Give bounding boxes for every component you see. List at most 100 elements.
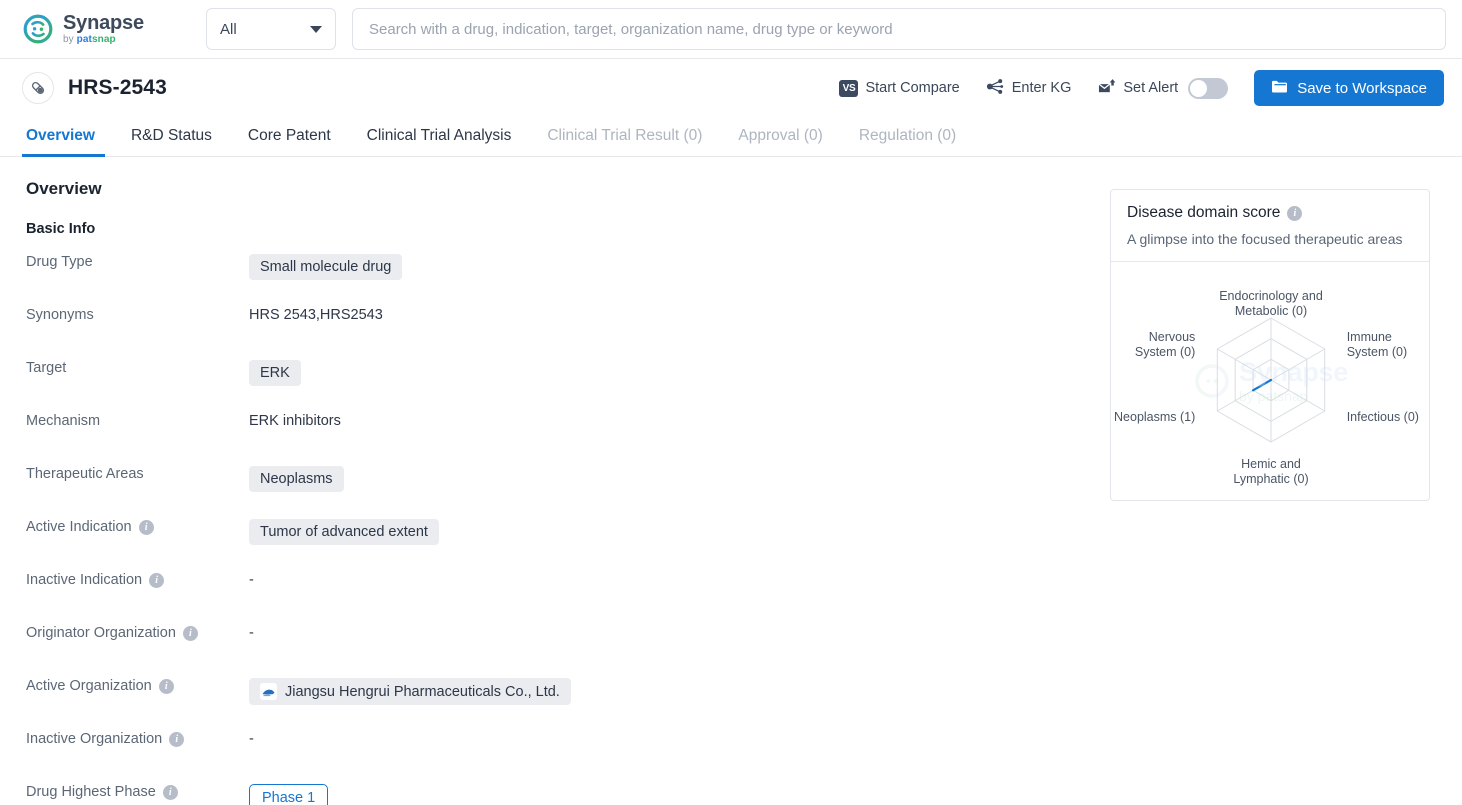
info-icon[interactable]: i <box>169 731 185 747</box>
info-row: Inactive Indication i - <box>26 569 1110 622</box>
start-compare-button[interactable]: VS Start Compare <box>839 79 960 97</box>
tab-regulation-0[interactable]: Regulation (0) <box>841 127 974 156</box>
info-icon[interactable]: i <box>162 784 178 800</box>
set-alert-button[interactable]: Set Alert <box>1097 78 1178 99</box>
drug-phase-badge[interactable]: Phase 1 <box>249 784 329 805</box>
tab-approval-0[interactable]: Approval (0) <box>720 127 840 156</box>
search-scope-value: All <box>220 20 237 38</box>
info-row-label: Therapeutic Areas <box>26 463 249 482</box>
overview-heading: Overview <box>26 179 102 198</box>
info-row: Active Indication i Tumor of advanced exte… <box>26 516 1110 569</box>
score-card-title-row: Disease domain score i <box>1127 204 1413 222</box>
info-row: Target ERK <box>26 357 1110 410</box>
search-input-wrapper[interactable] <box>352 8 1446 50</box>
info-row: Synonyms HRS 2543,HRS2543 <box>26 304 1110 357</box>
info-icon[interactable]: i <box>138 519 154 535</box>
disease-domain-score-card: Disease domain score i A glimpse into th… <box>1110 189 1430 501</box>
drug-identity: HRS-2543 <box>22 72 167 104</box>
info-row-label: Inactive Indication i <box>26 569 249 588</box>
basic-info-heading: Basic Info <box>26 221 96 237</box>
info-row: Drug Type Small molecule drug <box>26 251 1110 304</box>
value-chip[interactable]: Neoplasms <box>249 466 344 492</box>
info-row-value: Jiangsu Hengrui Pharmaceuticals Co., Ltd… <box>249 675 571 705</box>
info-label-text: Mechanism <box>26 413 101 429</box>
radar-axis-label: Neoplasms (1) <box>1114 410 1195 424</box>
brand-tagline: by patsnap <box>63 34 116 45</box>
company-logo-icon <box>260 683 277 700</box>
organization-chip[interactable]: Jiangsu Hengrui Pharmaceuticals Co., Ltd… <box>249 678 571 705</box>
radar-series <box>1252 378 1273 392</box>
radar-axis-label: Endocrinology and Metabolic (0) <box>1219 289 1323 318</box>
disease-domain-radar-chart: Synapse by patsnap Endocrinology and Meta… <box>1111 262 1429 500</box>
info-icon[interactable]: i <box>158 678 174 694</box>
info-row-value: Neoplasms <box>249 463 344 492</box>
tab-r-d-status[interactable]: R&D Status <box>113 127 230 156</box>
page-title: HRS-2543 <box>68 76 167 99</box>
info-label-text: Drug Highest Phase <box>26 784 156 800</box>
info-label-text: Drug Type <box>26 254 93 270</box>
info-row-value: Small molecule drug <box>249 251 403 280</box>
score-card-title: Disease domain score <box>1127 204 1281 221</box>
value-chip[interactable]: Small molecule drug <box>249 254 403 280</box>
info-label-text: Therapeutic Areas <box>26 466 144 482</box>
info-icon[interactable]: i <box>1287 205 1303 221</box>
knowledge-graph-icon <box>986 78 1005 99</box>
detail-tabs: Overview R&D Status Core Patent Clinical Tr… <box>0 117 1462 157</box>
info-label-text: Target <box>26 360 67 376</box>
info-row: Drug Highest Phase i Phase 1 <box>26 781 1110 805</box>
info-row: Active Organization i Jiangsu Hengrui Phar… <box>26 675 1110 728</box>
search-scope-select[interactable]: All <box>206 8 336 50</box>
empty-value: - <box>249 625 254 641</box>
empty-value: - <box>249 731 254 747</box>
info-label-text: Synonyms <box>26 307 94 323</box>
header-actions: VS Start Compare Enter KG Set Alert Save… <box>839 70 1444 106</box>
info-label-text: Inactive Indication <box>26 572 143 588</box>
enter-kg-button[interactable]: Enter KG <box>986 78 1072 99</box>
info-row-label: Drug Highest Phase i <box>26 781 249 800</box>
info-row-label: Target <box>26 357 249 376</box>
tab-overview[interactable]: Overview <box>22 127 113 157</box>
value-chip[interactable]: Tumor of advanced extent <box>249 519 439 545</box>
set-alert-toggle[interactable] <box>1188 77 1229 99</box>
info-row: Mechanism ERK inhibitors <box>26 410 1110 463</box>
save-to-workspace-button[interactable]: Save to Workspace <box>1254 70 1444 106</box>
info-row-label: Inactive Organization i <box>26 728 249 747</box>
info-label-text: Active Indication <box>26 519 132 535</box>
info-row-label: Drug Type <box>26 251 249 270</box>
score-card-header: Disease domain score i A glimpse into th… <box>1111 190 1429 262</box>
info-icon[interactable]: i <box>182 625 198 641</box>
info-row-value: ERK <box>249 357 301 386</box>
value-text: HRS 2543,HRS2543 <box>249 307 383 323</box>
info-row-value: - <box>249 569 254 588</box>
info-icon[interactable]: i <box>149 572 165 588</box>
tab-clinical-trial-analysis[interactable]: Clinical Trial Analysis <box>349 127 530 156</box>
info-row-label: Originator Organization i <box>26 622 249 641</box>
score-panel: Disease domain score i A glimpse into th… <box>1110 157 1430 805</box>
info-row-label: Active Organization i <box>26 675 249 694</box>
capsule-pill-icon <box>22 72 54 104</box>
synapse-logo[interactable]: Synapse by patsnap <box>22 13 182 45</box>
info-row-value: - <box>249 622 254 641</box>
info-label-text: Active Organization <box>26 678 152 694</box>
info-row-value: Tumor of advanced extent <box>249 516 439 545</box>
search-input[interactable] <box>367 19 1431 39</box>
value-text: ERK inhibitors <box>249 413 341 429</box>
basic-info-list: Drug Type Small molecule drug Synonyms HRS … <box>26 251 1110 805</box>
info-row-value: HRS 2543,HRS2543 <box>249 304 383 323</box>
info-row-label: Synonyms <box>26 304 249 323</box>
info-label-text: Originator Organization <box>26 625 176 641</box>
info-row-label: Active Indication i <box>26 516 249 535</box>
value-chip[interactable]: ERK <box>249 360 301 386</box>
tab-clinical-trial-result-0[interactable]: Clinical Trial Result (0) <box>529 127 720 156</box>
radar-axis-label: Hemic and Lymphatic (0) <box>1233 457 1308 486</box>
brand-name: Synapse <box>63 12 144 34</box>
alert-bell-icon <box>1097 78 1116 99</box>
synapse-swirl-logo-icon <box>22 13 54 45</box>
info-row-value: ERK inhibitors <box>249 410 341 429</box>
start-compare-label: Start Compare <box>865 80 960 96</box>
tab-core-patent[interactable]: Core Patent <box>230 127 349 156</box>
overview-panel: Overview Basic Info Drug Type Small molec… <box>0 157 1110 805</box>
enter-kg-label: Enter KG <box>1011 80 1072 96</box>
radar-axis-label: Infectious (0) <box>1347 410 1419 424</box>
save-to-workspace-label: Save to Workspace <box>1297 79 1427 97</box>
